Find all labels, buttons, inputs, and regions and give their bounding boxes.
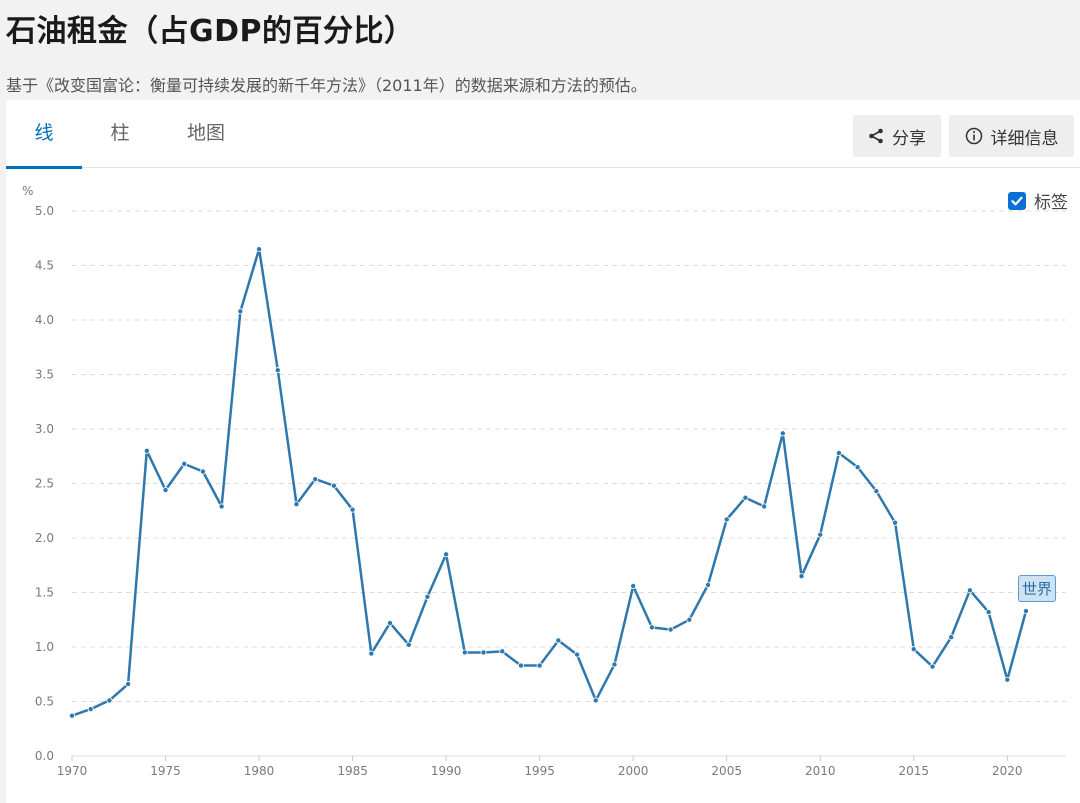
data-point <box>106 697 113 704</box>
data-point <box>686 616 693 623</box>
data-point <box>162 487 169 494</box>
data-point <box>499 648 506 655</box>
data-point <box>386 620 393 627</box>
data-point <box>405 641 412 648</box>
y-tick-label: 1.0 <box>35 640 54 654</box>
data-point <box>1004 676 1011 683</box>
data-point <box>892 519 899 526</box>
data-point <box>630 582 637 589</box>
line-chart: % 0.0 0.5 1.0 1.5 2.0 2.5 3.0 3.5 4.0 4.5 5.0 1970… <box>22 184 1066 778</box>
x-tick-label: 2000 <box>618 764 649 778</box>
y-tick-label: 0.5 <box>35 695 54 709</box>
data-point <box>873 488 880 495</box>
data-point <box>574 651 581 658</box>
y-tick-label: 1.5 <box>35 586 54 600</box>
data-point <box>293 501 300 508</box>
data-point <box>611 661 618 668</box>
y-tick-label: 3.5 <box>35 368 54 382</box>
data-point <box>966 587 973 594</box>
data-point <box>667 626 674 633</box>
data-point <box>948 634 955 641</box>
data-point <box>779 430 786 437</box>
x-tick-label: 1980 <box>244 764 275 778</box>
series-line <box>70 247 1028 717</box>
data-point <box>761 503 768 510</box>
page-subtitle: 基于《改变国富论：衡量可持续发展的新千年方法》（2011年）的数据来源和方法的预… <box>6 76 647 95</box>
data-point <box>723 516 730 523</box>
data-point <box>592 697 599 704</box>
x-tick-label: 2005 <box>711 764 742 778</box>
data-point <box>648 624 655 631</box>
data-point <box>817 531 824 538</box>
data-point <box>125 681 132 688</box>
data-point <box>480 649 487 656</box>
data-point <box>143 447 150 454</box>
y-tick-label: 0.0 <box>35 749 54 763</box>
chart-panel: 线 柱 地图 分享 详细信息 标签 % 0.0 0.5 1.0 1.5 2.0 … <box>6 100 1080 803</box>
data-point <box>910 646 917 653</box>
y-tick-label: 4.5 <box>35 259 54 273</box>
page-title: 石油租金（占GDP的百分比） <box>6 14 415 49</box>
data-point <box>237 308 244 315</box>
data-point <box>443 551 450 558</box>
data-point <box>742 494 749 501</box>
series-label-world: 世界 <box>1018 575 1057 602</box>
data-point <box>1023 608 1030 615</box>
data-point <box>87 706 94 713</box>
data-point <box>985 609 992 616</box>
y-tick-label: 5.0 <box>35 204 54 218</box>
data-point <box>424 593 431 600</box>
y-axis-unit-label: % <box>22 184 33 198</box>
data-point <box>69 712 76 719</box>
data-point <box>312 476 319 483</box>
data-point <box>798 573 805 580</box>
y-tick-label: 2.0 <box>35 531 54 545</box>
x-tick-label: 2015 <box>898 764 929 778</box>
data-point <box>330 482 337 489</box>
data-point <box>705 581 712 588</box>
data-point <box>517 662 524 669</box>
data-point <box>835 449 842 456</box>
x-tick-label: 2010 <box>805 764 836 778</box>
data-point <box>929 663 936 670</box>
data-point <box>274 367 281 374</box>
x-tick-label: 2020 <box>992 764 1023 778</box>
x-tick-label: 1990 <box>431 764 462 778</box>
data-point <box>368 650 375 657</box>
data-point <box>854 464 861 471</box>
x-tick-label: 1975 <box>150 764 181 778</box>
data-point <box>555 637 562 644</box>
data-point <box>256 246 263 253</box>
x-tick-label: 1970 <box>57 764 88 778</box>
x-tick-label: 1995 <box>524 764 555 778</box>
y-tick-label: 3.0 <box>35 422 54 436</box>
data-point <box>536 662 543 669</box>
y-tick-label: 2.5 <box>35 477 54 491</box>
x-tick-label: 1985 <box>337 764 368 778</box>
data-point <box>349 506 356 513</box>
data-point <box>199 468 206 475</box>
data-point <box>218 503 225 510</box>
data-point <box>181 460 188 467</box>
data-point <box>461 649 468 656</box>
y-tick-label: 4.0 <box>35 313 54 327</box>
